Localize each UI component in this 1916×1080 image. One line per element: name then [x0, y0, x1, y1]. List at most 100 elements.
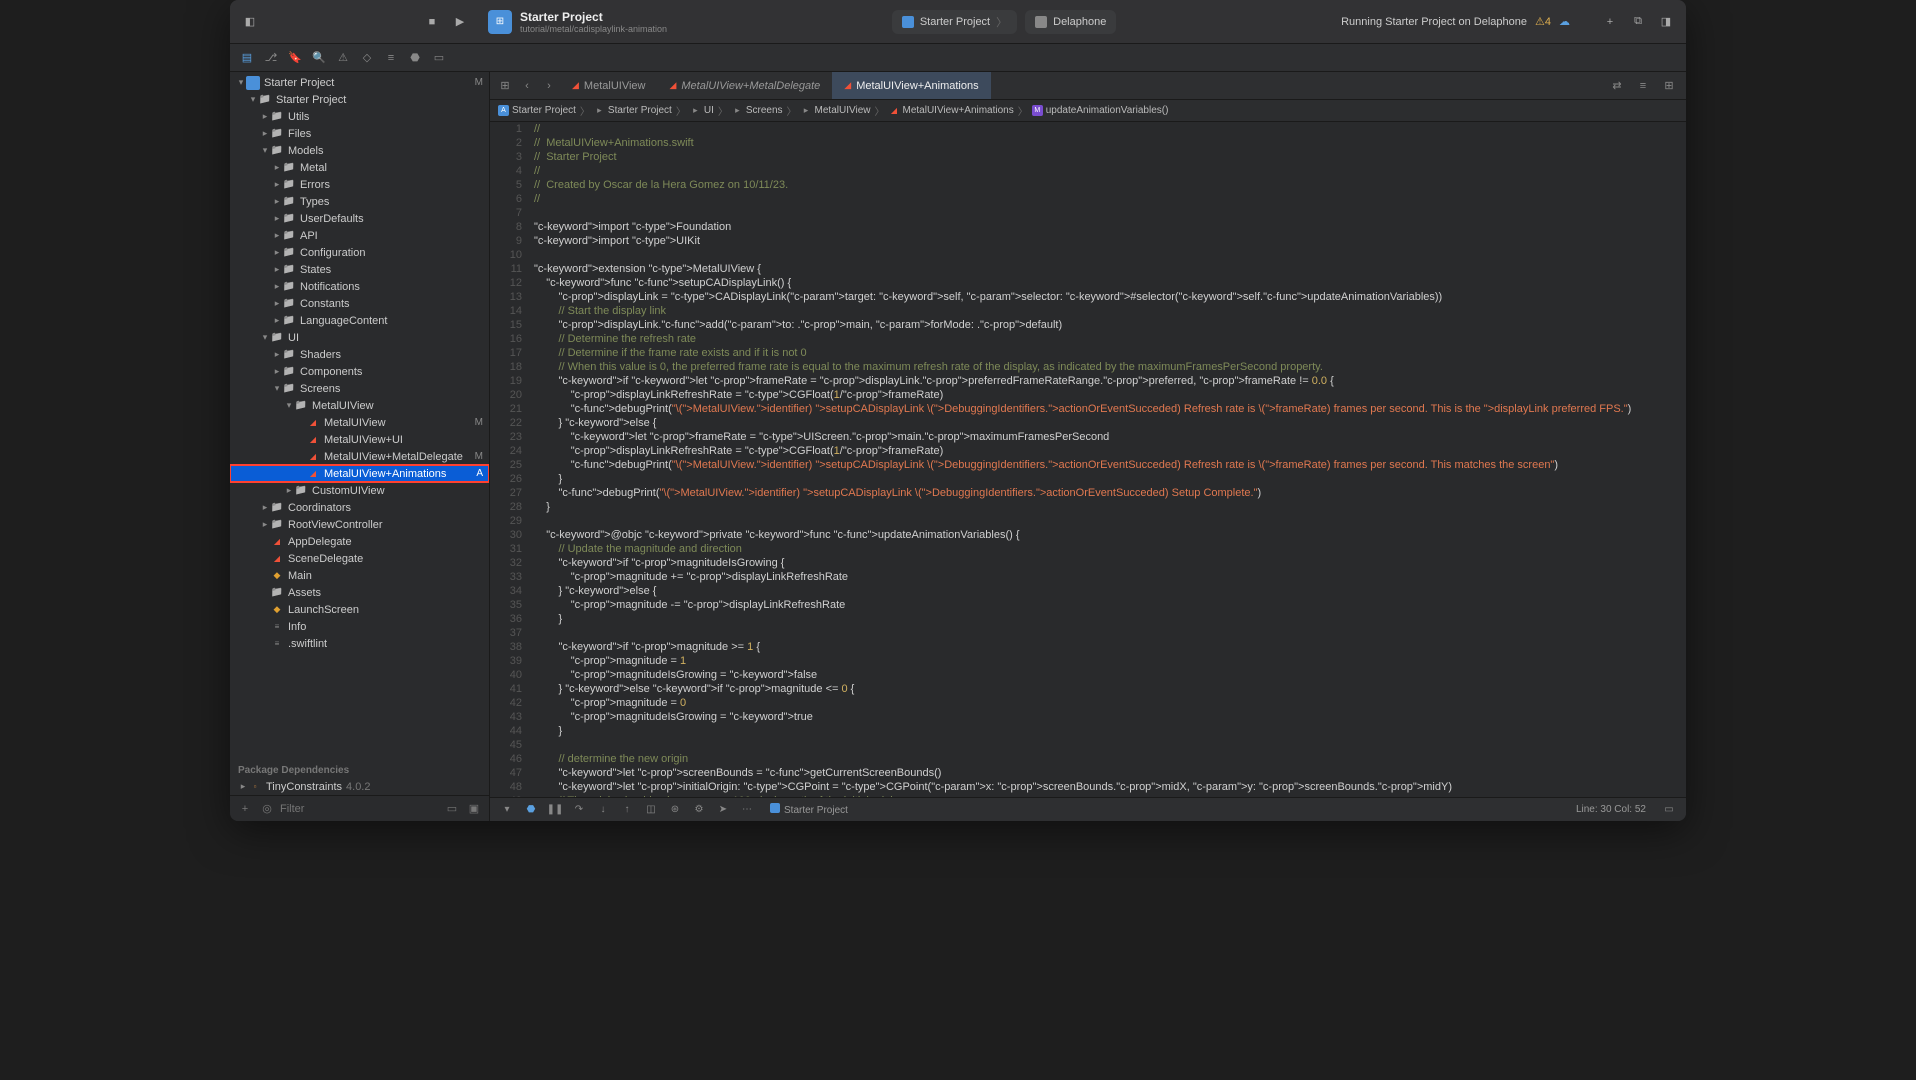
editor-tab[interactable]: ◢MetalUIView+Animations	[832, 72, 990, 99]
adjust-editor-icon[interactable]: ≡	[1632, 75, 1654, 97]
location-icon[interactable]: ➤	[714, 801, 732, 819]
test-nav-icon[interactable]: ◇	[356, 47, 378, 69]
file-tree[interactable]: Starter ProjectMStarter ProjectUtilsFile…	[230, 72, 489, 759]
source-control-nav-icon[interactable]: ⎇	[260, 47, 282, 69]
step-over-icon[interactable]: ↷	[570, 801, 588, 819]
more-icon[interactable]: ⋯	[738, 801, 756, 819]
editor-tab-bar: ⊞ ‹ › ◢MetalUIView◢MetalUIView+MetalDele…	[490, 72, 1686, 100]
tree-item[interactable]: Coordinators	[230, 499, 489, 516]
project-subtitle: tutorial/metal/cadisplaylink-animation	[520, 24, 667, 34]
breadcrumb-item[interactable]: ▸MetalUIView	[801, 105, 871, 116]
panel-left-icon[interactable]: ◧	[238, 10, 262, 34]
tree-item[interactable]: UserDefaults	[230, 210, 489, 227]
issue-nav-icon[interactable]: ⚠	[332, 47, 354, 69]
debug-nav-icon[interactable]: ≡	[380, 47, 402, 69]
related-items-icon[interactable]: ⊞	[494, 75, 516, 97]
breadcrumb-item[interactable]: AStarter Project	[498, 105, 576, 116]
editor-tab[interactable]: ◢MetalUIView+MetalDelegate	[657, 72, 832, 99]
report-nav-icon[interactable]: ▭	[428, 47, 450, 69]
step-out-icon[interactable]: ↑	[618, 801, 636, 819]
tree-item[interactable]: Metal	[230, 159, 489, 176]
filter-scope-icon[interactable]: ◎	[258, 800, 276, 818]
breakpoints-toggle-icon[interactable]: ⬣	[522, 801, 540, 819]
code-editor[interactable]: 1234567891011121314151617181920212223242…	[490, 122, 1686, 797]
file-item[interactable]: MetalUIView+MetalDelegateM	[230, 448, 489, 465]
breadcrumb-item[interactable]: ▸Starter Project	[594, 105, 672, 116]
tree-item[interactable]: Components	[230, 363, 489, 380]
bookmark-nav-icon[interactable]: 🔖	[284, 47, 306, 69]
tree-item[interactable]: Shaders	[230, 346, 489, 363]
tree-item[interactable]: MetalUIView	[230, 397, 489, 414]
tree-item[interactable]: Screens	[230, 380, 489, 397]
tree-item[interactable]: Configuration	[230, 244, 489, 261]
back-button[interactable]: ‹	[516, 75, 538, 97]
pause-button[interactable]: ❚❚	[546, 801, 564, 819]
run-button[interactable]: ▶	[448, 10, 472, 34]
find-nav-icon[interactable]: 🔍	[308, 47, 330, 69]
file-item[interactable]: MetalUIViewM	[230, 414, 489, 431]
editor-options-icon[interactable]: ⇄	[1606, 75, 1628, 97]
selected-file[interactable]: MetalUIView+AnimationsA	[230, 465, 489, 482]
navigator-footer: + ◎ ▭ ▣	[230, 795, 489, 821]
console-toggle-icon[interactable]: ▭	[1660, 801, 1678, 819]
editor-tab[interactable]: ◢MetalUIView	[560, 72, 657, 99]
recent-filter-icon[interactable]: ▭	[443, 800, 461, 818]
project-nav-icon[interactable]: ▤	[236, 47, 258, 69]
code-content[interactable]: //// MetalUIView+Animations.swift// Star…	[530, 122, 1686, 797]
debug-view-icon[interactable]: ◫	[642, 801, 660, 819]
forward-button[interactable]: ›	[538, 75, 560, 97]
add-editor-icon[interactable]: ⊞	[1658, 75, 1680, 97]
breadcrumb-item[interactable]: ▸Screens	[732, 105, 783, 116]
tree-item[interactable]: States	[230, 261, 489, 278]
tree-item[interactable]: LaunchScreen	[230, 601, 489, 618]
stop-button[interactable]: ■	[420, 10, 444, 34]
tree-item[interactable]: Utils	[230, 108, 489, 125]
panel-right-icon[interactable]: ◨	[1654, 10, 1678, 34]
breakpoint-nav-icon[interactable]: ⬣	[404, 47, 426, 69]
tree-item[interactable]: Errors	[230, 176, 489, 193]
tree-item[interactable]: API	[230, 227, 489, 244]
project-root[interactable]: Starter ProjectM	[230, 74, 489, 91]
file-item[interactable]: MetalUIView+UI	[230, 431, 489, 448]
breadcrumb-item[interactable]: ▸UI	[690, 105, 714, 116]
tree-item[interactable]: Starter Project	[230, 91, 489, 108]
device-selector[interactable]: Delaphone	[1025, 10, 1116, 34]
library-icon[interactable]: ⧉	[1626, 10, 1650, 34]
tree-item[interactable]: RootViewController	[230, 516, 489, 533]
memory-graph-icon[interactable]: ⊛	[666, 801, 684, 819]
scm-filter-icon[interactable]: ▣	[465, 800, 483, 818]
tree-item[interactable]: Info	[230, 618, 489, 635]
warning-badge[interactable]: ⚠4	[1535, 15, 1551, 28]
add-button[interactable]: +	[1598, 10, 1622, 34]
filter-input[interactable]	[280, 803, 439, 815]
tree-item[interactable]: Constants	[230, 295, 489, 312]
add-file-button[interactable]: +	[236, 800, 254, 818]
tree-item[interactable]: UI	[230, 329, 489, 346]
cursor-position: Line: 30 Col: 52	[1576, 804, 1646, 815]
breadcrumb-item[interactable]: MupdateAnimationVariables()	[1032, 105, 1169, 116]
dependency-item[interactable]: ▫ TinyConstraints 4.0.2	[230, 778, 489, 795]
scheme-selector[interactable]: Starter Project 〉	[892, 10, 1017, 34]
device-label: Delaphone	[1053, 16, 1106, 28]
tree-item[interactable]: Main	[230, 567, 489, 584]
tree-item[interactable]: Files	[230, 125, 489, 142]
tree-item[interactable]: Models	[230, 142, 489, 159]
tree-item[interactable]: CustomUIView	[230, 482, 489, 499]
cloud-icon[interactable]: ☁	[1559, 15, 1570, 28]
tree-item[interactable]: AppDelegate	[230, 533, 489, 550]
environment-icon[interactable]: ⚙	[690, 801, 708, 819]
target-icon[interactable]: ⊞	[488, 10, 512, 34]
tree-item[interactable]: SceneDelegate	[230, 550, 489, 567]
tree-item[interactable]: LanguageContent	[230, 312, 489, 329]
tree-item[interactable]: Notifications	[230, 278, 489, 295]
editor-area: ⊞ ‹ › ◢MetalUIView◢MetalUIView+MetalDele…	[490, 72, 1686, 821]
tree-item[interactable]: .swiftlint	[230, 635, 489, 652]
jump-bar[interactable]: AStarter Project〉▸Starter Project〉▸UI〉▸S…	[490, 100, 1686, 122]
tree-item[interactable]: Types	[230, 193, 489, 210]
breadcrumb-item[interactable]: ◢MetalUIView+Animations	[888, 105, 1013, 116]
tree-item[interactable]: Assets	[230, 584, 489, 601]
deps-section-label: Package Dependencies	[230, 759, 489, 778]
step-into-icon[interactable]: ↓	[594, 801, 612, 819]
hide-debug-icon[interactable]: ▾	[498, 801, 516, 819]
top-toolbar: ◧ ■ ▶ ⊞ Starter Project tutorial/metal/c…	[230, 0, 1686, 44]
